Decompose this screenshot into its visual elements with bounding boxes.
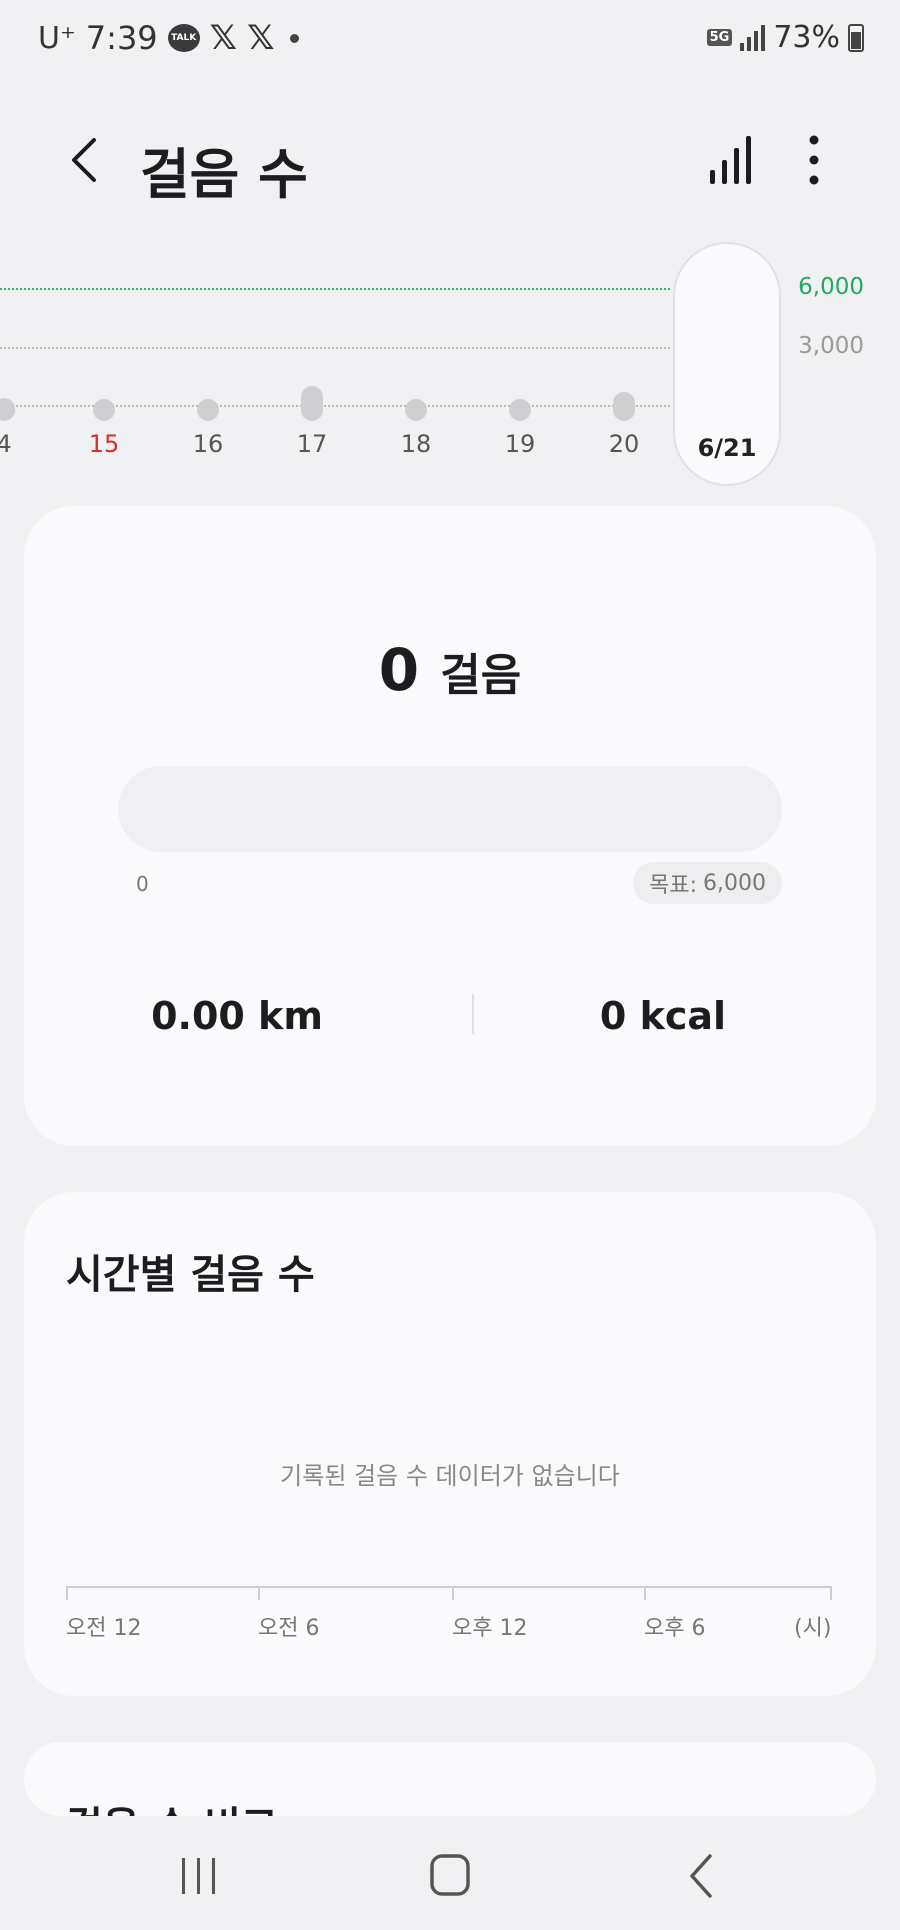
distance-value: 0.00 km	[151, 994, 323, 1038]
day-bar	[613, 392, 635, 421]
axis-tick	[66, 1586, 68, 1600]
day-bar	[509, 399, 531, 421]
system-back-button[interactable]	[672, 1850, 732, 1902]
axis-label-12am: 오전 12	[66, 1616, 142, 1641]
mid-line-label: 3,000	[798, 333, 864, 359]
more-notifications-icon	[290, 33, 300, 43]
selected-day-pill[interactable]: 6/21	[673, 242, 781, 486]
day-label: 17	[296, 430, 328, 458]
axis-unit-label: (시)	[794, 1616, 832, 1641]
system-nav-bar	[0, 1820, 900, 1930]
empty-data-message: 기록된 걸음 수 데이터가 없습니다	[280, 1462, 620, 1490]
trends-button[interactable]	[706, 134, 756, 186]
recent-apps-button[interactable]	[168, 1850, 228, 1902]
daily-steps-strip[interactable]: 6,000 3,000 4 15 16 17 18 19 20 6/21	[0, 230, 900, 500]
compare-title: 걸음 수 비교	[66, 1794, 278, 1816]
day-label: 15	[88, 430, 120, 458]
stats-row: 0.00 km 0 kcal	[24, 994, 876, 1054]
day-column-4[interactable]: 4	[0, 230, 34, 480]
day-column-18[interactable]: 18	[386, 230, 446, 480]
day-bar	[301, 386, 323, 421]
back-icon	[690, 1854, 712, 1898]
day-label: 18	[400, 430, 432, 458]
status-bar: U⁺ 7:39 TALK 𝕏 𝕏 5G 73%	[0, 0, 900, 80]
stats-divider	[472, 994, 474, 1034]
hourly-title: 시간별 걸음 수	[66, 1252, 315, 1298]
status-left: U⁺ 7:39 TALK 𝕏 𝕏	[38, 18, 300, 58]
day-bar	[405, 399, 427, 421]
back-button[interactable]	[62, 132, 110, 188]
axis-tick	[830, 1586, 832, 1600]
goal-value: 6,000	[703, 870, 766, 896]
kakaotalk-icon: TALK	[167, 24, 200, 52]
selected-day-label: 6/21	[697, 434, 757, 462]
goal-chip[interactable]: 목표: 6,000	[633, 862, 782, 904]
steps-unit: 걸음	[440, 650, 522, 701]
carrier-label: U⁺	[38, 20, 76, 56]
day-column-15[interactable]: 15	[74, 230, 134, 480]
progress-min-label: 0	[136, 872, 149, 896]
bar-chart-icon	[710, 136, 751, 184]
goal-progress-bar	[118, 766, 782, 852]
steps-compare-card[interactable]: 걸음 수 비교	[24, 1742, 876, 1816]
day-label: 19	[504, 430, 536, 458]
app-header: 걸음 수	[0, 110, 900, 210]
home-button[interactable]	[420, 1850, 480, 1902]
axis-label-6am: 오전 6	[258, 1616, 320, 1641]
axis-tick	[258, 1586, 260, 1600]
day-bar	[197, 399, 219, 421]
signal-icon	[740, 24, 766, 51]
axis-tick	[452, 1586, 454, 1600]
goal-line-label: 6,000	[798, 274, 864, 300]
more-options-button[interactable]	[794, 132, 834, 188]
day-label: 4	[0, 430, 12, 458]
axis-tick	[644, 1586, 646, 1600]
day-column-19[interactable]: 19	[490, 230, 550, 480]
battery-percent: 73%	[773, 20, 840, 55]
hourly-steps-card[interactable]: 시간별 걸음 수 기록된 걸음 수 데이터가 없습니다 오전 12 오전 6 오…	[24, 1192, 876, 1696]
more-vertical-icon	[809, 135, 819, 185]
calories-value: 0 kcal	[599, 994, 727, 1038]
status-right: 5G 73%	[706, 20, 864, 55]
recent-apps-icon	[182, 1858, 215, 1894]
day-label: 16	[192, 430, 224, 458]
goal-label: 목표:	[649, 873, 698, 898]
day-column-20[interactable]: 20	[594, 230, 654, 480]
steps-count: 0	[378, 636, 420, 704]
x-app-icon: 𝕏	[247, 18, 275, 58]
axis-label-12pm: 오후 12	[452, 1616, 528, 1641]
day-label: 20	[608, 430, 640, 458]
steps-total: 0 걸음	[24, 636, 876, 704]
day-bar	[0, 397, 15, 421]
battery-icon	[848, 23, 864, 52]
axis-label-6pm: 오후 6	[644, 1616, 706, 1641]
clock: 7:39	[85, 19, 158, 57]
day-bar	[93, 399, 115, 421]
chevron-left-icon	[72, 138, 96, 182]
today-summary-card: 0 걸음 0 목표: 6,000 0.00 km 0 kcal	[24, 506, 876, 1146]
home-icon	[430, 1854, 470, 1896]
day-column-17[interactable]: 17	[282, 230, 342, 480]
hourly-axis	[66, 1586, 832, 1588]
network-5g-icon: 5G	[706, 29, 733, 46]
x-app-icon: 𝕏	[209, 18, 238, 58]
day-column-16[interactable]: 16	[178, 230, 238, 480]
page-title: 걸음 수	[140, 143, 308, 206]
